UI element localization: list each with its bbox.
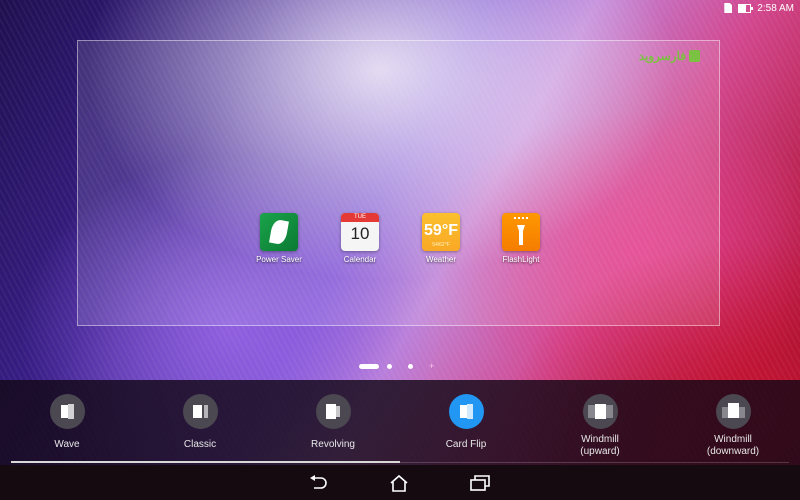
- calendar-icon: TUE 10: [341, 213, 379, 251]
- effect-label-line1: Windmill: [714, 434, 752, 445]
- effect-revolving[interactable]: Revolving: [283, 394, 383, 451]
- effect-label: Revolving: [311, 439, 355, 450]
- page-dot-active[interactable]: [359, 364, 379, 369]
- weather-range: 54/62°F: [432, 242, 450, 248]
- app-weather[interactable]: 59°F 54/62°F Weather: [411, 213, 471, 264]
- app-power-saver[interactable]: Power Saver: [249, 213, 309, 264]
- app-label: Calendar: [343, 255, 377, 264]
- windmill-downward-effect-icon: [715, 394, 751, 429]
- effect-label: Windmill (upward): [550, 434, 650, 458]
- app-label: Power Saver: [256, 255, 302, 264]
- effect-label: Card Flip: [445, 439, 487, 450]
- effect-label-line1: Windmill: [581, 434, 619, 445]
- effect-label: Classic: [183, 439, 217, 450]
- back-button[interactable]: [308, 474, 330, 492]
- calendar-day: 10: [350, 224, 370, 243]
- classic-effect-icon: [182, 394, 218, 429]
- effect-windmill-downward[interactable]: Windmill (downward): [683, 394, 783, 458]
- effect-windmill-upward[interactable]: Windmill (upward): [550, 394, 650, 458]
- effect-classic[interactable]: Classic: [150, 394, 250, 451]
- effect-wave[interactable]: Wave: [17, 394, 117, 451]
- app-flashlight[interactable]: FlashLight: [491, 213, 551, 264]
- wave-effect-icon: [49, 394, 85, 429]
- weather-temperature: 59°F: [424, 222, 458, 239]
- weather-icon: 59°F 54/62°F: [422, 213, 460, 251]
- recent-apps-icon: [470, 475, 490, 491]
- back-icon: [310, 475, 327, 489]
- effect-label: Windmill (downward): [683, 434, 783, 458]
- effects-scrollbar[interactable]: [11, 461, 789, 463]
- add-page-icon[interactable]: +: [429, 362, 434, 371]
- app-label: FlashLight: [502, 255, 540, 264]
- card-flip-effect-icon: [448, 394, 484, 429]
- page-indicator: +: [359, 362, 434, 371]
- effect-label-line2: (upward): [580, 446, 620, 457]
- windmill-upward-effect-icon: [582, 394, 618, 429]
- home-icon: [390, 474, 408, 492]
- page-dot[interactable]: [387, 364, 392, 369]
- page-dot[interactable]: [408, 364, 413, 369]
- app-shortcuts: Power Saver TUE 10 Calendar 59°F 54/62°F…: [0, 0, 800, 300]
- revolving-effect-icon: [315, 394, 351, 429]
- power-saver-leaf-icon: [260, 213, 298, 251]
- app-label: Weather: [425, 255, 457, 264]
- navigation-bar: [0, 465, 800, 500]
- home-button[interactable]: [388, 474, 410, 492]
- transition-effects-panel: Wave Classic Revolving Card Flip Windmil…: [0, 380, 800, 465]
- app-calendar[interactable]: TUE 10 Calendar: [330, 213, 390, 264]
- effect-label-line2: (downward): [706, 446, 760, 457]
- effect-label: Wave: [54, 439, 80, 450]
- flashlight-icon: [502, 213, 540, 251]
- effect-card-flip[interactable]: Card Flip: [416, 394, 516, 451]
- calendar-weekday: TUE: [341, 213, 379, 222]
- effects-scrollbar-thumb[interactable]: [11, 461, 400, 463]
- recent-apps-button[interactable]: [469, 474, 491, 492]
